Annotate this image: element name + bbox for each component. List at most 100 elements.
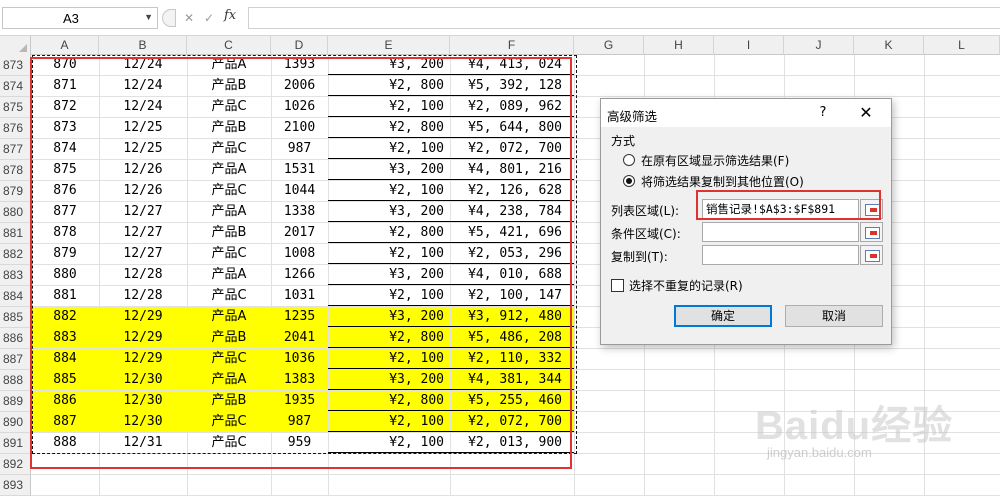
cell-date[interactable]: 12/31 (99, 433, 187, 453)
cell-id[interactable]: 876 (31, 181, 99, 201)
cell-unit-price[interactable]: ¥2, 100 (328, 181, 450, 201)
cell-unit-price[interactable]: ¥2, 800 (328, 223, 450, 243)
cell-quantity[interactable] (271, 475, 328, 495)
ok-button[interactable]: 确定 (674, 305, 772, 327)
column-header-i[interactable]: I (714, 36, 784, 55)
cell-id[interactable]: 880 (31, 265, 99, 285)
cell-quantity[interactable]: 987 (271, 412, 328, 432)
row-header[interactable]: 889 (0, 391, 31, 412)
cell-amount[interactable] (450, 454, 570, 474)
row-header[interactable]: 879 (0, 181, 31, 202)
cell-amount[interactable]: ¥2, 053, 296 (450, 244, 570, 264)
cell-unit-price[interactable]: ¥3, 200 (328, 160, 450, 180)
cell-quantity[interactable]: 1383 (271, 370, 328, 390)
cell-product[interactable]: 产品C (187, 349, 271, 369)
cell-date[interactable]: 12/25 (99, 118, 187, 138)
cell-unit-price[interactable]: ¥2, 100 (328, 412, 450, 432)
cell-id[interactable]: 882 (31, 307, 99, 327)
name-box[interactable]: A3 ▼ (2, 7, 158, 29)
cell-id[interactable]: 879 (31, 244, 99, 264)
cell-quantity[interactable]: 1935 (271, 391, 328, 411)
help-icon[interactable]: ? (813, 103, 833, 123)
radio-filter-in-place-label[interactable]: 在原有区域显示筛选结果(F) (641, 152, 789, 169)
cell-date[interactable]: 12/24 (99, 76, 187, 96)
column-header-k[interactable]: K (854, 36, 924, 55)
cell-product[interactable]: 产品B (187, 328, 271, 348)
row-header[interactable]: 885 (0, 307, 31, 328)
cell-id[interactable] (31, 475, 99, 495)
cell-amount[interactable]: ¥5, 486, 208 (450, 328, 570, 348)
row-header[interactable]: 881 (0, 223, 31, 244)
insert-function-icon[interactable]: fx (224, 8, 236, 23)
cell-amount[interactable]: ¥2, 013, 900 (450, 433, 570, 453)
column-header-f[interactable]: F (450, 36, 574, 55)
cell-quantity[interactable]: 959 (271, 433, 328, 453)
cell-quantity[interactable]: 1393 (271, 55, 328, 75)
cell-id[interactable] (31, 454, 99, 474)
row-header[interactable]: 893 (0, 475, 31, 496)
cell-id[interactable]: 872 (31, 97, 99, 117)
column-header-g[interactable]: G (574, 36, 644, 55)
cell-amount[interactable]: ¥2, 100, 147 (450, 286, 570, 306)
cell-product[interactable]: 产品C (187, 139, 271, 159)
cell-product[interactable]: 产品C (187, 181, 271, 201)
cell-date[interactable]: 12/29 (99, 349, 187, 369)
column-header-l[interactable]: L (924, 36, 1000, 55)
row-header[interactable]: 886 (0, 328, 31, 349)
cell-date[interactable] (99, 475, 187, 495)
cell-product[interactable]: 产品A (187, 370, 271, 390)
cell-amount[interactable]: ¥4, 801, 216 (450, 160, 570, 180)
cell-date[interactable]: 12/29 (99, 328, 187, 348)
cell-amount[interactable]: ¥4, 381, 344 (450, 370, 570, 390)
cell-date[interactable]: 12/29 (99, 307, 187, 327)
cell-unit-price[interactable]: ¥2, 100 (328, 244, 450, 264)
cell-product[interactable]: 产品A (187, 307, 271, 327)
cell-date[interactable]: 12/26 (99, 181, 187, 201)
cell-id[interactable]: 870 (31, 55, 99, 75)
cell-quantity[interactable]: 2006 (271, 76, 328, 96)
enter-entry-icon[interactable]: ✓ (198, 9, 220, 27)
cell-product[interactable]: 产品B (187, 391, 271, 411)
column-header-b[interactable]: B (99, 36, 187, 55)
cell-quantity[interactable]: 1044 (271, 181, 328, 201)
cell-unit-price[interactable]: ¥3, 200 (328, 307, 450, 327)
criteria-range-input[interactable] (702, 222, 859, 242)
copy-to-input[interactable] (702, 245, 859, 265)
cell-date[interactable]: 12/28 (99, 265, 187, 285)
cell-amount[interactable]: ¥4, 413, 024 (450, 55, 570, 75)
cell-unit-price[interactable]: ¥2, 800 (328, 118, 450, 138)
cell-amount[interactable]: ¥2, 072, 700 (450, 139, 570, 159)
chevron-down-icon[interactable]: ▼ (144, 12, 153, 22)
cell-quantity[interactable]: 987 (271, 139, 328, 159)
cell-product[interactable]: 产品B (187, 223, 271, 243)
cell-quantity[interactable]: 2017 (271, 223, 328, 243)
cell-product[interactable]: 产品C (187, 433, 271, 453)
cell-id[interactable]: 878 (31, 223, 99, 243)
cell-unit-price[interactable]: ¥2, 800 (328, 76, 450, 96)
row-header[interactable]: 880 (0, 202, 31, 223)
cell-amount[interactable]: ¥5, 255, 460 (450, 391, 570, 411)
cell-date[interactable]: 12/25 (99, 139, 187, 159)
row-header[interactable]: 891 (0, 433, 31, 454)
cell-id[interactable]: 873 (31, 118, 99, 138)
criteria-range-collapse-icon[interactable] (860, 222, 883, 242)
cell-unit-price[interactable]: ¥3, 200 (328, 370, 450, 390)
select-all-corner[interactable] (0, 36, 31, 55)
column-header-h[interactable]: H (644, 36, 714, 55)
cell-product[interactable]: 产品C (187, 244, 271, 264)
cell-unit-price[interactable]: ¥2, 100 (328, 433, 450, 453)
row-header[interactable]: 883 (0, 265, 31, 286)
cell-quantity[interactable]: 1031 (271, 286, 328, 306)
cell-id[interactable]: 884 (31, 349, 99, 369)
radio-filter-in-place[interactable] (623, 154, 635, 166)
cell-date[interactable]: 12/24 (99, 97, 187, 117)
cell-product[interactable]: 产品A (187, 202, 271, 222)
column-header-e[interactable]: E (328, 36, 450, 55)
cell-date[interactable]: 12/30 (99, 370, 187, 390)
unique-records-label[interactable]: 选择不重复的记录(R) (629, 277, 743, 294)
cell-quantity[interactable]: 1235 (271, 307, 328, 327)
cell-product[interactable]: 产品B (187, 76, 271, 96)
row-header[interactable]: 873 (0, 55, 31, 76)
cell-quantity[interactable]: 1266 (271, 265, 328, 285)
cell-date[interactable]: 12/27 (99, 223, 187, 243)
